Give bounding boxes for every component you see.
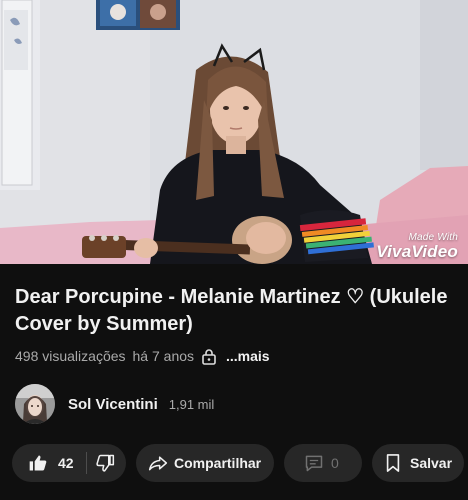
video-player[interactable]: Made With VivaVideo	[0, 0, 468, 264]
share-button[interactable]: Compartilhar	[136, 444, 274, 482]
channel-name[interactable]: Sol Vicentini	[68, 396, 158, 413]
save-button[interactable]: Salvar	[372, 444, 464, 482]
video-title[interactable]: Dear Porcupine - Melanie Martinez ♡ (Uku…	[15, 284, 455, 338]
share-arrow-icon	[148, 453, 168, 473]
thumbs-down-icon[interactable]	[95, 453, 115, 473]
video-watermark: Made With VivaVideo	[376, 233, 458, 261]
bookmark-icon	[384, 453, 402, 473]
video-watch-page: Made With VivaVideo Dear Porcupine - Mel…	[0, 0, 468, 500]
comment-icon	[304, 453, 324, 473]
subscriber-count: 1,91 mil	[168, 396, 215, 412]
like-count[interactable]: 42	[58, 455, 74, 471]
upload-age: há 7 anos	[132, 348, 195, 364]
like-dislike-group: 42	[12, 444, 126, 482]
comment-count: 0	[331, 455, 339, 471]
watermark-brand-text: VivaVideo	[376, 242, 458, 261]
more-description-link[interactable]: ...mais	[226, 348, 270, 364]
share-label: Compartilhar	[174, 455, 262, 471]
video-meta[interactable]: 498 visualizações há 7 anos ...mais	[15, 346, 277, 366]
save-label: Salvar	[410, 455, 453, 471]
comments-button[interactable]: 0	[284, 444, 362, 482]
lock-icon	[201, 348, 217, 365]
channel-avatar[interactable]	[15, 384, 55, 424]
view-count: 498 visualizações	[15, 348, 126, 364]
like-divider	[85, 452, 87, 474]
channel-row[interactable]: Sol Vicentini 1,91 mil	[15, 384, 455, 424]
action-bar: 42 Compartilhar 0 Salvar	[12, 444, 468, 482]
thumbs-up-icon[interactable]	[28, 453, 48, 473]
video-frame-image	[0, 0, 468, 264]
